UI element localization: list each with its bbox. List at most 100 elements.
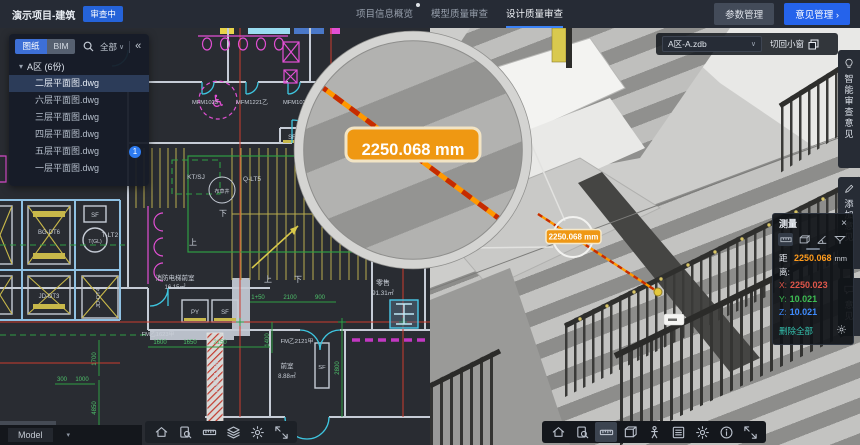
pencil-icon <box>843 183 855 195</box>
z-row: Z: 10.021 <box>779 306 847 320</box>
svg-text:SF: SF <box>221 310 229 316</box>
opinion-manage-button[interactable]: 意见管理 › <box>784 3 850 25</box>
x-row: X: 2250.023 <box>779 279 847 293</box>
svg-text:1400: 1400 <box>265 333 271 347</box>
layers-icon[interactable] <box>222 422 244 442</box>
distance-value: 2250.068 <box>794 252 832 266</box>
svg-text:2100: 2100 <box>283 295 297 301</box>
measure-panel: 测量 × 距离: 2250.068 mm X: 2250.023 <box>772 213 854 345</box>
svg-text:300: 300 <box>57 377 68 383</box>
opinion-count-badge: 1 <box>129 146 141 158</box>
measure-icon[interactable] <box>198 422 220 442</box>
tab-drawings[interactable]: 图纸 <box>15 39 47 54</box>
tab-design-quality[interactable]: 设计质量审查 <box>506 0 563 28</box>
model-space-tab[interactable]: Model <box>8 428 53 442</box>
y-value: 10.021 <box>790 293 818 307</box>
viewer-header: A区-A.zdb ∨ 切回小窗 <box>656 33 838 55</box>
close-icon[interactable]: × <box>841 218 847 229</box>
measure-modes <box>773 231 853 246</box>
svg-text:JD-DT4: JD-DT4 <box>96 287 102 308</box>
svg-text:JD-DT3: JD-DT3 <box>39 294 60 300</box>
yellow-column <box>552 28 566 62</box>
cad-toolbar <box>145 421 297 443</box>
svg-text:2150: 2150 <box>213 340 227 346</box>
svg-text:T-LT2: T-LT2 <box>102 232 119 239</box>
caret-down-icon[interactable]: ▾ <box>19 62 23 71</box>
section-icon[interactable] <box>619 422 641 442</box>
tab-bim[interactable]: BIM <box>47 39 75 54</box>
svg-text:FM乙2121甲: FM乙2121甲 <box>281 338 314 345</box>
app-window: 演示项目-建筑 审查中 项目信息概览 模型质量审查 设计质量审查 参数管理 意见… <box>0 0 860 445</box>
settings-icon[interactable] <box>246 422 268 442</box>
measure-angle-icon[interactable] <box>815 233 830 246</box>
status-badge: 审查中 <box>83 6 123 22</box>
delete-all-button[interactable]: 删除全部 <box>779 325 813 337</box>
window-dot <box>416 3 420 7</box>
walkthrough-icon[interactable] <box>643 422 665 442</box>
cad-view[interactable]: ♿ MFM1023 MFM1221乙 MFM1023 KT/SJ Q-LT5 布… <box>0 28 430 445</box>
switch-small-window-button[interactable]: 切回小窗 <box>770 38 819 50</box>
z-value: 10.021 <box>790 306 818 320</box>
file-item[interactable]: 五层平面图.dwg1 <box>9 143 149 160</box>
svg-text:1600: 1600 <box>153 340 167 346</box>
distance-row: 距离: 2250.068 mm <box>779 252 847 279</box>
tab-model-quality[interactable]: 模型质量审查 <box>431 0 488 28</box>
file-group-label[interactable]: A区 (6份) <box>27 60 65 73</box>
svg-text:下: 下 <box>219 209 227 218</box>
gear-icon[interactable] <box>836 322 847 340</box>
svg-text:Q-LT5: Q-LT5 <box>243 176 261 183</box>
fullscreen-icon[interactable] <box>739 422 761 442</box>
svg-text:900: 900 <box>315 295 326 301</box>
svg-text:FM乙2123甲: FM乙2123甲 <box>213 359 220 392</box>
collapse-panel-icon[interactable]: « <box>135 41 141 52</box>
measure-volume-icon[interactable] <box>796 233 811 246</box>
tab-project-info[interactable]: 项目信息概览 <box>356 0 413 28</box>
svg-text:4850: 4850 <box>92 401 98 415</box>
svg-text:下: 下 <box>294 275 302 284</box>
svg-text:1650: 1650 <box>183 340 197 346</box>
file-item[interactable]: 三层平面图.dwg <box>9 109 149 126</box>
svg-text:上: 上 <box>189 238 197 247</box>
measure-panel-title: 测量 <box>779 217 797 230</box>
cad-steel-column <box>390 300 418 328</box>
fit-view-icon[interactable] <box>571 422 593 442</box>
file-item[interactable]: 一层平面图.dwg <box>9 160 149 177</box>
measure-slope-icon[interactable] <box>833 233 848 246</box>
svg-text:SF: SF <box>91 213 99 219</box>
smart-review-opinions-button[interactable]: 智能审查意见 <box>838 50 860 168</box>
project-title: 演示项目-建筑 <box>12 7 75 22</box>
bim-3d-view[interactable]: A区-A.zdb ∨ 切回小窗 智能审查意见 添加意见 意见 <box>430 28 860 445</box>
mode-indicator <box>806 248 820 250</box>
list-icon[interactable] <box>667 422 689 442</box>
svg-text:SF: SF <box>318 365 326 371</box>
file-item[interactable]: 六层平面图.dwg <box>9 92 149 109</box>
svg-text:MFM1023: MFM1023 <box>192 100 218 106</box>
svg-text:KT/SJ: KT/SJ <box>187 174 205 181</box>
viewer-toolbar <box>542 421 766 443</box>
measure-icon[interactable] <box>595 422 617 442</box>
fullscreen-icon[interactable] <box>270 422 292 442</box>
top-bar: 演示项目-建筑 审查中 项目信息概览 模型质量审查 设计质量审查 参数管理 意见… <box>0 0 860 28</box>
filter-all-dropdown[interactable]: 全部 <box>100 41 117 53</box>
y-row: Y: 10.021 <box>779 293 847 307</box>
svg-text:SF: SF <box>288 135 296 141</box>
home-icon[interactable] <box>150 422 172 442</box>
x-value: 2250.023 <box>790 279 828 293</box>
svg-text:零售: 零售 <box>376 278 390 287</box>
svg-text:T(GL): T(GL) <box>88 239 102 245</box>
model-select-dropdown[interactable]: A区-A.zdb ∨ <box>662 36 762 52</box>
params-button[interactable]: 参数管理 <box>714 3 774 25</box>
file-item[interactable]: 四层平面图.dwg <box>9 126 149 143</box>
svg-text:1700: 1700 <box>92 352 98 366</box>
caret-down-icon[interactable]: ▾ <box>67 431 71 439</box>
bulb-icon <box>843 56 855 70</box>
fit-view-icon[interactable] <box>174 422 196 442</box>
file-item[interactable]: 二层平面图.dwg <box>9 75 149 92</box>
svg-text:消防电梯前室: 消防电梯前室 <box>156 273 196 282</box>
measure-distance-icon[interactable] <box>778 233 793 246</box>
svg-text:FM乙1623甲: FM乙1623甲 <box>142 331 175 338</box>
info-icon[interactable] <box>715 422 737 442</box>
search-icon[interactable] <box>83 41 94 52</box>
home-icon[interactable] <box>547 422 569 442</box>
settings-icon[interactable] <box>691 422 713 442</box>
